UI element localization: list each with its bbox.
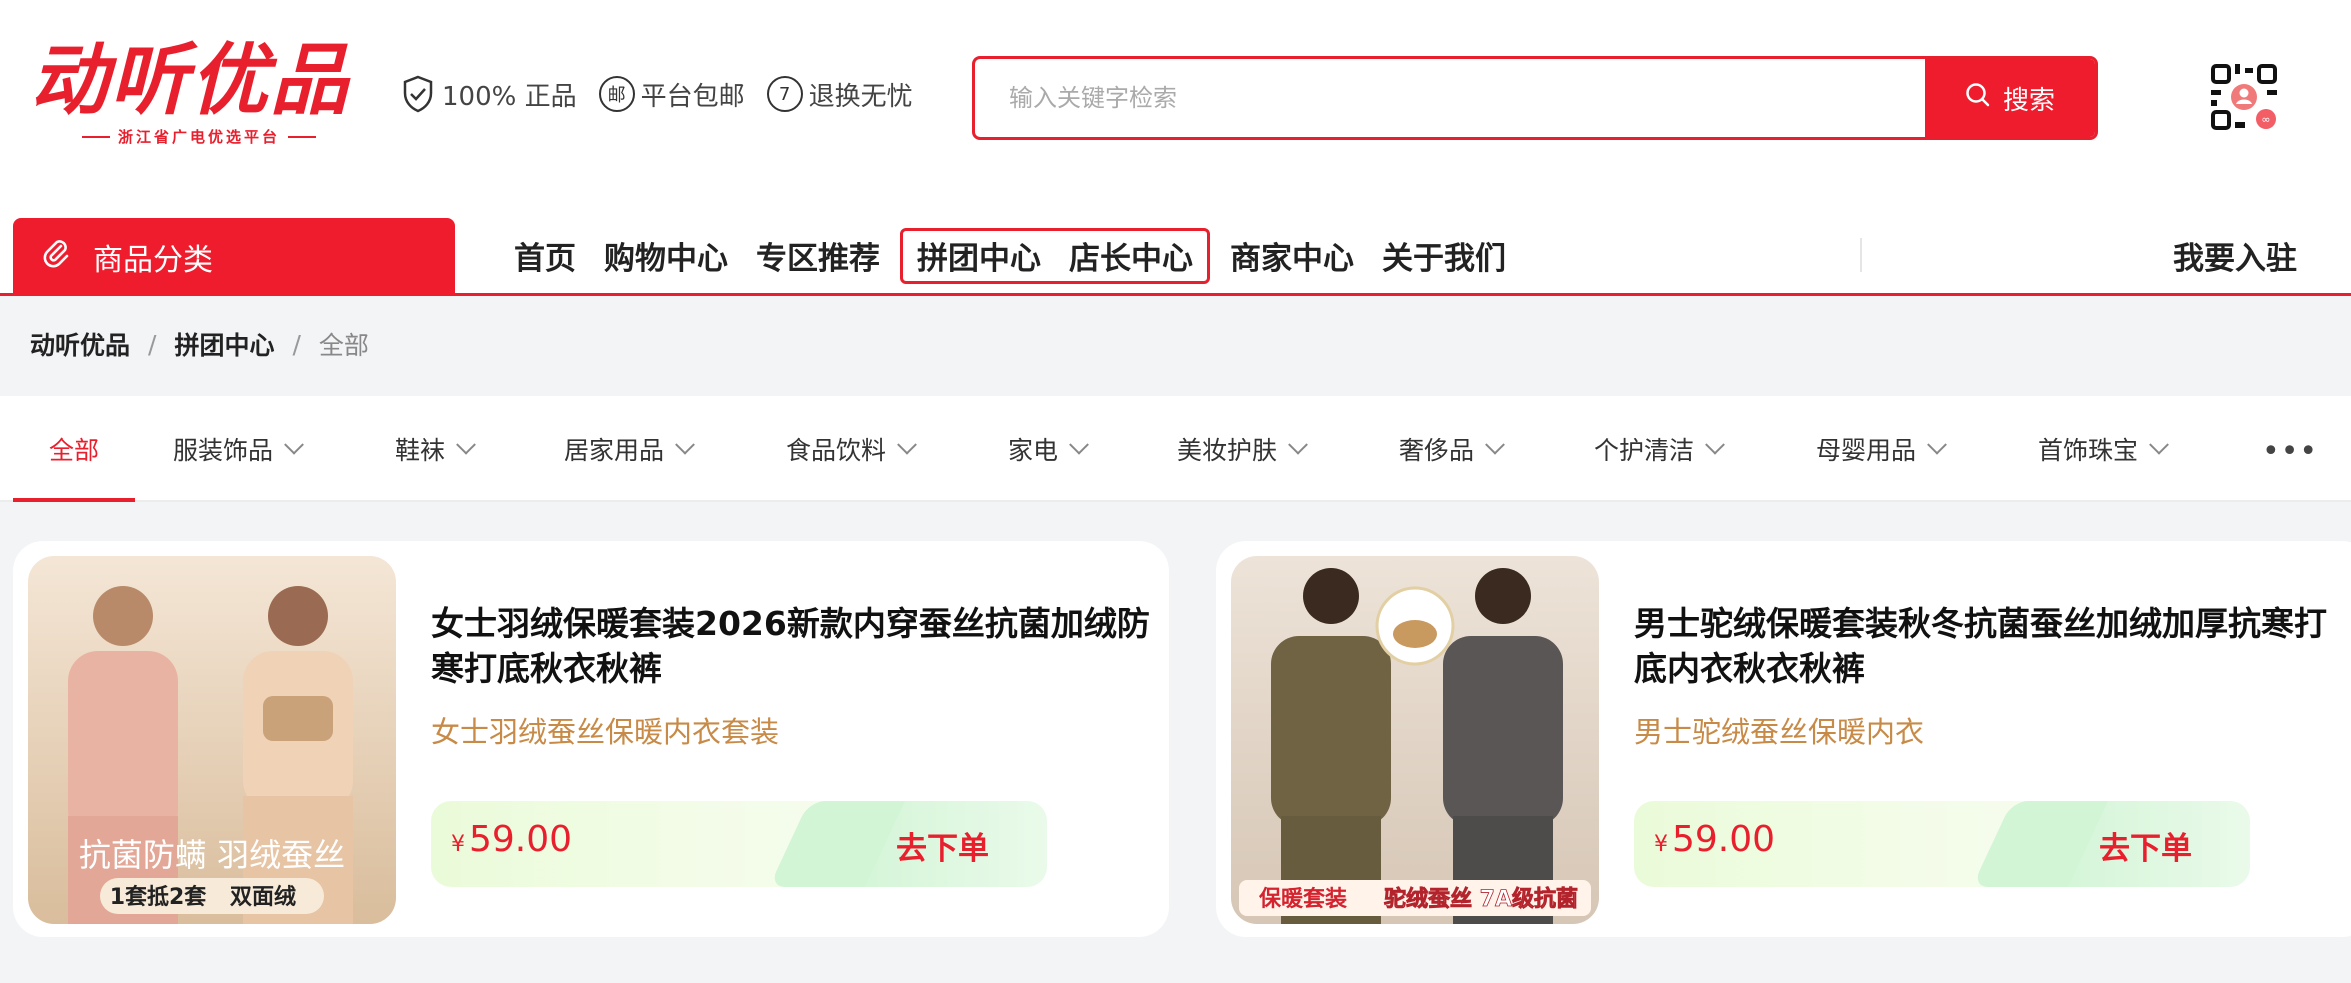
breadcrumb-separator: / [148, 329, 157, 359]
product-image-tag: 保暖套装 [1258, 886, 1347, 912]
breadcrumb-separator: / [292, 329, 301, 359]
nav-divider [1860, 238, 1862, 272]
badge-label: 退换无忧 [808, 81, 913, 112]
product-card[interactable]: 保暖套装 驼绒蚕丝 7A级抗菌 男士驼绒保暖套装秋冬抗菌蚕丝加绒加厚抗寒打底内衣… [1216, 541, 2351, 937]
product-image-tag: 驼绒蚕丝 7A级抗菌 [1384, 886, 1578, 912]
tab-mother-baby[interactable]: 母婴用品 [1816, 396, 1947, 502]
nav-home[interactable]: 首页 [500, 233, 590, 278]
nav-highlight-box: 拼团中心 店长中心 [900, 227, 1210, 284]
nav-about-us[interactable]: 关于我们 [1368, 233, 1520, 278]
chevron-down-icon [456, 434, 476, 455]
badge-authentic: 100% 正品 [400, 74, 577, 114]
product-image-tag: 1套抵2套 [110, 884, 207, 910]
tab-shoes-socks[interactable]: 鞋袜 [395, 396, 476, 502]
chevron-down-icon [675, 434, 695, 455]
seven-circle-icon: 7 [766, 76, 803, 112]
product-title[interactable]: 女士羽绒保暖套装2026新款内穿蚕丝抗菌加绒防寒打底秋衣秋裤 [431, 601, 1151, 691]
tab-home-goods[interactable]: 居家用品 [564, 396, 695, 502]
badge-free-shipping: 邮 平台包邮 [598, 76, 745, 113]
tab-personal-care[interactable]: 个护清洁 [1594, 396, 1725, 502]
breadcrumb-group-buy[interactable]: 拼团中心 [174, 326, 274, 362]
paperclip-icon [41, 238, 71, 276]
shield-check-icon [400, 74, 436, 114]
chevron-down-icon [1288, 434, 1308, 455]
nav-group-buy-center[interactable]: 拼团中心 [903, 233, 1055, 278]
nav-special-zone[interactable]: 专区推荐 [742, 233, 894, 278]
badge-label: 平台包邮 [640, 81, 745, 112]
product-image[interactable]: 保暖套装 驼绒蚕丝 7A级抗菌 [1231, 556, 1599, 924]
product-card[interactable]: 抗菌防螨 羽绒蚕丝 1套抵2套 双面绒 女士羽绒保暖套装2026新款内穿蚕丝抗菌… [13, 541, 1169, 937]
search-button[interactable]: 搜索 [1925, 59, 2095, 137]
breadcrumb-current: 全部 [318, 331, 369, 360]
chevron-down-icon [284, 434, 304, 455]
tab-all[interactable]: 全部 [12, 396, 136, 502]
badge-returns: 7 退换无忧 [766, 76, 913, 113]
product-price: ¥59.00 [1654, 819, 1776, 860]
logo-wordmark: 动听优品 [30, 36, 351, 126]
join-link[interactable]: 我要入驻 [2173, 218, 2297, 293]
search-bar: 搜索 [972, 56, 2098, 140]
svg-text:∞: ∞ [2261, 113, 2270, 126]
main-nav: 商品分类 首页 购物中心 专区推荐 拼团中心 店长中心 商家中心 关于我们 我要… [0, 218, 2351, 296]
nav-shopping-center[interactable]: 购物中心 [590, 233, 742, 278]
header: 动听优品 浙江省广电优选平台 100% 正品 邮 平台包邮 7 退换无忧 输入关… [0, 0, 2351, 296]
site-logo[interactable]: 动听优品 浙江省广电优选平台 [30, 40, 350, 155]
nav-store-manager-center[interactable]: 店长中心 [1055, 233, 1207, 278]
mini-program-qr-icon[interactable]: ∞ [2205, 58, 2283, 136]
search-button-label: 搜索 [2002, 85, 2055, 116]
product-image[interactable]: 抗菌防螨 羽绒蚕丝 1套抵2套 双面绒 [28, 556, 396, 924]
category-tabs: 全部 服装饰品 鞋袜 居家用品 食品饮料 家电 美妆护肤 奢侈品 个护清洁 母婴… [0, 396, 2351, 502]
tab-jewelry[interactable]: 首饰珠宝 [2038, 396, 2169, 502]
chevron-down-icon [1485, 434, 1505, 455]
price-bar: ¥59.00 去下单 [1634, 801, 2250, 887]
product-image-caption: 抗菌防螨 羽绒蚕丝 [79, 836, 345, 874]
chevron-down-icon [1069, 434, 1089, 455]
chevron-down-icon [2149, 434, 2169, 455]
product-image-tag: 双面绒 [230, 884, 296, 910]
product-price: ¥59.00 [451, 819, 573, 860]
tab-luxury[interactable]: 奢侈品 [1399, 396, 1505, 502]
nav-merchant-center[interactable]: 商家中心 [1216, 233, 1368, 278]
more-dots-icon[interactable]: ••• [2262, 434, 2318, 469]
search-input[interactable] [975, 59, 1925, 137]
product-title[interactable]: 男士驼绒保暖套装秋冬抗菌蚕丝加绒加厚抗寒打底内衣秋衣秋裤 [1634, 601, 2351, 691]
order-button[interactable]: 去下单 [2099, 823, 2192, 868]
tab-food-drinks[interactable]: 食品饮料 [786, 396, 917, 502]
tab-beauty[interactable]: 美妆护肤 [1177, 396, 1308, 502]
service-badges: 100% 正品 邮 平台包邮 7 退换无忧 [400, 74, 913, 114]
badge-label: 100% 正品 [442, 81, 577, 112]
chevron-down-icon [1927, 434, 1947, 455]
chevron-down-icon [897, 434, 917, 455]
price-bar: ¥59.00 去下单 [431, 801, 1047, 887]
tab-clothing[interactable]: 服装饰品 [173, 396, 304, 502]
breadcrumb-home[interactable]: 动听优品 [30, 326, 130, 362]
product-subtitle: 女士羽绒蚕丝保暖内衣套装 [431, 715, 780, 749]
logo-tagline: 浙江省广电优选平台 [118, 128, 281, 146]
breadcrumb: 动听优品 / 拼团中心 / 全部 [30, 326, 369, 362]
category-menu-button[interactable]: 商品分类 [13, 218, 455, 296]
tab-appliances[interactable]: 家电 [1008, 396, 1089, 502]
search-icon [1965, 82, 1991, 115]
chevron-down-icon [1705, 434, 1725, 455]
mail-circle-icon: 邮 [598, 76, 635, 112]
category-menu-label: 商品分类 [93, 243, 213, 278]
product-subtitle: 男士驼绒蚕丝保暖内衣 [1634, 715, 1925, 749]
order-button[interactable]: 去下单 [896, 823, 989, 868]
